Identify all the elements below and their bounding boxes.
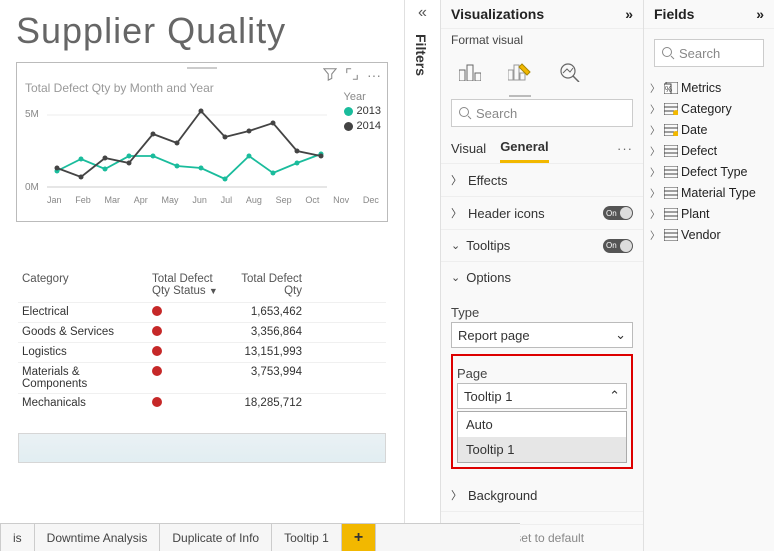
tooltips-toggle[interactable]: On — [603, 239, 633, 253]
page-select[interactable]: Tooltip 1⌃ — [457, 383, 627, 409]
page-label: Page — [457, 366, 627, 381]
tab-general[interactable]: General — [500, 133, 548, 163]
table-icon — [664, 208, 678, 220]
status-dot-icon — [152, 397, 162, 407]
svg-text:%: % — [665, 85, 672, 94]
status-dot-icon — [152, 366, 162, 376]
chevron-down-icon: ⌄ — [615, 327, 626, 343]
field-table-plant[interactable]: 〉Plant — [650, 203, 768, 224]
page-tab-downtime[interactable]: Downtime Analysis — [35, 524, 161, 551]
highlight-box: Page Tooltip 1⌃ Auto Tooltip 1 — [451, 354, 633, 469]
page-tab-duplicate[interactable]: Duplicate of Info — [160, 524, 272, 551]
date-table-icon — [664, 124, 678, 136]
chevron-right-icon: 〉 — [650, 80, 660, 95]
page-dropdown: Auto Tooltip 1 — [457, 411, 627, 463]
focus-mode-icon[interactable] — [345, 67, 359, 84]
section-tooltips[interactable]: ⌄TooltipsOn — [441, 230, 643, 262]
table-header: Category Total Defect Qty Status ▼ Total… — [18, 270, 386, 302]
fields-pane-title: Fields — [654, 6, 694, 22]
section-background[interactable]: 〉Background — [441, 479, 643, 512]
fields-search-input[interactable]: Search — [654, 39, 764, 67]
chevron-right-icon: 〉 — [650, 122, 660, 137]
chevron-right-icon: 〉 — [451, 487, 462, 503]
chevron-down-icon: ⌄ — [451, 239, 460, 252]
chevron-right-icon: 〉 — [650, 206, 660, 221]
tabs-more-icon[interactable]: ··· — [617, 141, 633, 156]
category-table[interactable]: Category Total Defect Qty Status ▼ Total… — [18, 270, 386, 413]
chevron-right-icon: 〉 — [650, 227, 660, 242]
chevron-right-icon: 〉 — [451, 172, 462, 188]
filter-icon[interactable] — [323, 67, 337, 84]
section-header-icons[interactable]: 〉Header iconsOn — [441, 197, 643, 230]
search-icon — [661, 46, 675, 60]
line-chart-visual[interactable]: ··· Total Defect Qty by Month and Year Y… — [16, 62, 388, 222]
page-tabs: is Downtime Analysis Duplicate of Info T… — [0, 523, 520, 551]
report-canvas: Supplier Quality ··· Total Defect Qty by… — [0, 0, 404, 530]
more-options-icon[interactable]: ··· — [367, 67, 381, 84]
field-table-defect[interactable]: 〉Defect — [650, 140, 768, 161]
collapse-viz-icon[interactable]: » — [625, 6, 633, 22]
table-row[interactable]: Materials & Components3,753,994 — [18, 362, 386, 393]
chevron-right-icon: 〉 — [650, 185, 660, 200]
search-icon — [458, 106, 472, 120]
table-icon — [664, 145, 678, 157]
measure-group-icon: % — [664, 82, 678, 94]
table-row[interactable]: Mechanicals18,285,712 — [18, 393, 386, 413]
chevron-right-icon: 〉 — [650, 101, 660, 116]
dropdown-option-tooltip1[interactable]: Tooltip 1 — [458, 437, 626, 462]
section-effects[interactable]: 〉Effects — [441, 164, 643, 197]
table-icon — [664, 187, 678, 199]
tab-visual[interactable]: Visual — [451, 135, 486, 162]
table-icon — [664, 103, 678, 115]
filters-label[interactable]: Filters — [405, 26, 429, 76]
viz-pane-title: Visualizations — [451, 6, 544, 22]
format-visual-label: Format visual — [441, 29, 643, 47]
filters-pane-collapsed: « Filters — [404, 0, 440, 530]
page-tab-overflow[interactable]: is — [0, 524, 35, 551]
field-table-material-type[interactable]: 〉Material Type — [650, 182, 768, 203]
sort-indicator-icon[interactable]: ▼ — [209, 286, 218, 296]
page-tab-tooltip1[interactable]: Tooltip 1 — [272, 524, 342, 551]
status-dot-icon — [152, 326, 162, 336]
chevron-down-icon: ⌄ — [451, 271, 460, 284]
chevron-right-icon: 〉 — [451, 205, 462, 221]
add-page-button[interactable]: + — [342, 524, 376, 551]
format-visual-icon[interactable] — [503, 55, 537, 89]
chart-plot-area: 5M 0M — [25, 101, 379, 193]
field-table-vendor[interactable]: 〉Vendor — [650, 224, 768, 245]
map-visual[interactable] — [18, 433, 386, 463]
table-row[interactable]: Goods & Services3,356,864 — [18, 322, 386, 342]
section-options[interactable]: ⌄Options — [441, 262, 643, 293]
table-icon — [664, 229, 678, 241]
analytics-icon[interactable] — [553, 55, 587, 89]
header-icons-toggle[interactable]: On — [603, 206, 633, 220]
table-row[interactable]: Logistics13,151,993 — [18, 342, 386, 362]
chart-x-axis: JanFebMarAprMayJunJulAugSepOctNovDec — [25, 195, 379, 205]
type-select[interactable]: Report page⌄ — [451, 322, 633, 348]
build-visual-icon[interactable] — [453, 55, 487, 89]
visualizations-pane: Visualizations » Format visual Search Vi… — [440, 0, 644, 551]
visual-drag-handle[interactable] — [187, 67, 217, 69]
chevron-right-icon: 〉 — [650, 143, 660, 158]
report-title: Supplier Quality — [10, 0, 394, 52]
field-table-category[interactable]: 〉Category — [650, 98, 768, 119]
fields-pane: Fields » Search 〉%Metrics 〉Category 〉Dat… — [644, 0, 774, 551]
field-table-metrics[interactable]: 〉%Metrics — [650, 77, 768, 98]
chevron-up-icon: ⌃ — [609, 388, 620, 404]
table-row[interactable]: Electrical1,653,462 — [18, 302, 386, 322]
status-dot-icon — [152, 346, 162, 356]
collapse-fields-icon[interactable]: » — [756, 6, 764, 22]
table-icon — [664, 166, 678, 178]
field-table-defect-type[interactable]: 〉Defect Type — [650, 161, 768, 182]
format-search-input[interactable]: Search — [451, 99, 633, 127]
field-table-date[interactable]: 〉Date — [650, 119, 768, 140]
expand-filters-icon[interactable]: « — [405, 0, 440, 26]
type-label: Type — [451, 305, 633, 320]
chevron-right-icon: 〉 — [650, 164, 660, 179]
status-dot-icon — [152, 306, 162, 316]
dropdown-option-auto[interactable]: Auto — [458, 412, 626, 437]
